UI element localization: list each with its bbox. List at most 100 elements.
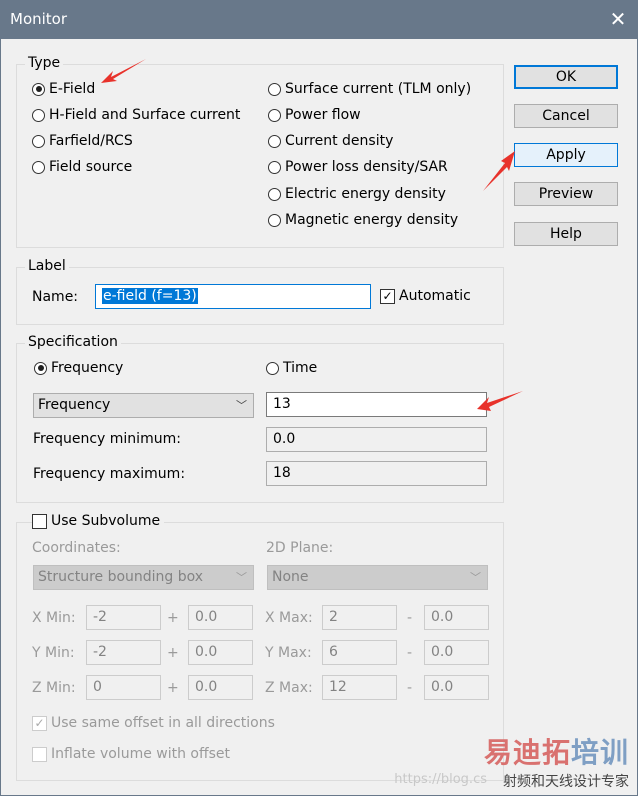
radio-label: E-Field [49,81,96,97]
y-min-offset-input[interactable]: 0.0 [188,640,253,665]
radio-label: Surface current (TLM only) [285,81,472,97]
radio-circle [268,82,281,96]
dropdown-value: Frequency [38,397,111,413]
watermark-brand-part2: 培训 [570,736,629,769]
freq-max-label: Frequency maximum: [33,466,186,482]
automatic-checkbox[interactable]: ✓ Automatic [380,288,471,304]
x-min-label: X Min: [32,610,76,626]
radio-circle [268,134,281,148]
title-bar: Monitor ✕ [0,0,638,39]
y-max-label: Y Max: [265,645,312,661]
radio-circle [32,160,45,174]
radio-e-field[interactable]: E-Field [32,81,95,97]
radio-surface-current[interactable]: Surface current (TLM only) [268,81,471,97]
use-subvolume-label: Use Subvolume [51,513,161,529]
field-value: 0.0 [273,431,296,447]
y-max-offset-input[interactable]: 0.0 [424,640,489,665]
z-max-label: Z Max: [265,680,313,696]
dropdown-value: None [272,569,309,585]
watermark-brand: 易迪拓培训 [484,731,629,771]
radio-power-flow[interactable]: Power flow [268,107,361,123]
z-max-input[interactable]: 12 [322,675,397,700]
x-max-input[interactable]: 2 [322,605,397,630]
annotation-arrow-efield [101,59,146,83]
z-min-input[interactable]: 0 [86,675,161,700]
cancel-button[interactable]: Cancel [514,104,618,128]
ok-button[interactable]: OK [514,65,618,89]
chevron-down-icon: ﹀ [236,571,247,584]
radio-label: Electric energy density [285,186,446,202]
minus-sign: - [407,645,413,661]
plane-label: 2D Plane: [266,540,334,556]
frequency-dropdown[interactable]: Frequency ﹀ [33,393,254,418]
frequency-value-input[interactable]: 13 [266,392,487,417]
y-min-input[interactable]: -2 [86,640,161,665]
z-min-offset-input[interactable]: 0.0 [188,675,253,700]
radio-time[interactable]: Time [266,360,317,376]
close-icon[interactable]: ✕ [606,7,630,31]
y-max-input[interactable]: 6 [322,640,397,665]
radio-circle [32,82,45,96]
radio-farfield[interactable]: Farfield/RCS [32,133,133,149]
coordinates-dropdown[interactable]: Structure bounding box ﹀ [33,565,254,590]
radio-label: Field source [49,159,133,175]
radio-electric-energy[interactable]: Electric energy density [268,186,446,202]
minus-sign: - [407,610,413,626]
field-value: 18 [273,465,291,481]
radio-label: Power loss density/SAR [285,159,448,175]
name-input[interactable]: e-field (f=13) [95,284,371,309]
radio-h-field[interactable]: H-Field and Surface current [32,107,240,123]
same-offset-checkbox[interactable]: ✓ Use same offset in all directions [32,715,275,731]
radio-label: Time [283,360,318,376]
z-min-label: Z Min: [32,680,76,696]
input-value: -2 [93,609,107,625]
annotation-arrow-value [477,391,523,411]
input-value: 0.0 [431,609,454,625]
radio-field-source[interactable]: Field source [32,159,132,175]
inflate-label: Inflate volume with offset [51,746,231,762]
input-value: 0.0 [195,644,218,660]
dialog-body: Type E-Field H-Field and Surface current… [1,39,637,795]
radio-magnetic-energy[interactable]: Magnetic energy density [268,212,458,228]
z-max-offset-input[interactable]: 0.0 [424,675,489,700]
help-button[interactable]: Help [514,222,618,246]
plus-sign: + [167,680,179,696]
radio-current-density[interactable]: Current density [268,133,393,149]
input-value: 0.0 [195,609,218,625]
input-value: 0 [93,679,102,695]
checkbox-box [32,746,47,762]
dropdown-value: Structure bounding box [38,569,204,585]
inflate-checkbox[interactable]: Inflate volume with offset [32,746,230,762]
type-group-title: Type [25,55,64,71]
x-min-offset-input[interactable]: 0.0 [188,605,253,630]
radio-frequency[interactable]: Frequency [34,360,123,376]
x-max-label: X Max: [265,610,313,626]
same-offset-label: Use same offset in all directions [51,715,275,731]
check-icon: ✓ [32,715,47,731]
apply-button[interactable]: Apply [514,143,618,167]
input-value: -2 [93,644,107,660]
x-min-input[interactable]: -2 [86,605,161,630]
use-subvolume-checkbox[interactable]: Use Subvolume [32,513,165,529]
radio-label: H-Field and Surface current [49,107,241,123]
radio-power-loss[interactable]: Power loss density/SAR [268,159,448,175]
plane-dropdown[interactable]: None ﹀ [267,565,488,590]
input-value: 6 [329,644,338,660]
window-title: Monitor [10,10,68,28]
radio-circle [266,361,279,375]
coordinates-label: Coordinates: [32,540,121,556]
radio-circle [32,108,45,122]
x-max-offset-input[interactable]: 0.0 [424,605,489,630]
chevron-down-icon: ﹀ [470,571,481,584]
plus-sign: + [167,645,179,661]
check-icon: ✓ [380,288,395,304]
minus-sign: - [407,680,413,696]
preview-button[interactable]: Preview [514,182,618,206]
input-value: 2 [329,609,338,625]
watermark-brand-part1: 易迪拓 [483,736,571,769]
name-label: Name: [32,289,79,305]
input-value: 0.0 [431,679,454,695]
radio-label: Frequency [51,360,124,376]
radio-label: Farfield/RCS [49,133,133,149]
specification-title: Specification [25,334,121,350]
